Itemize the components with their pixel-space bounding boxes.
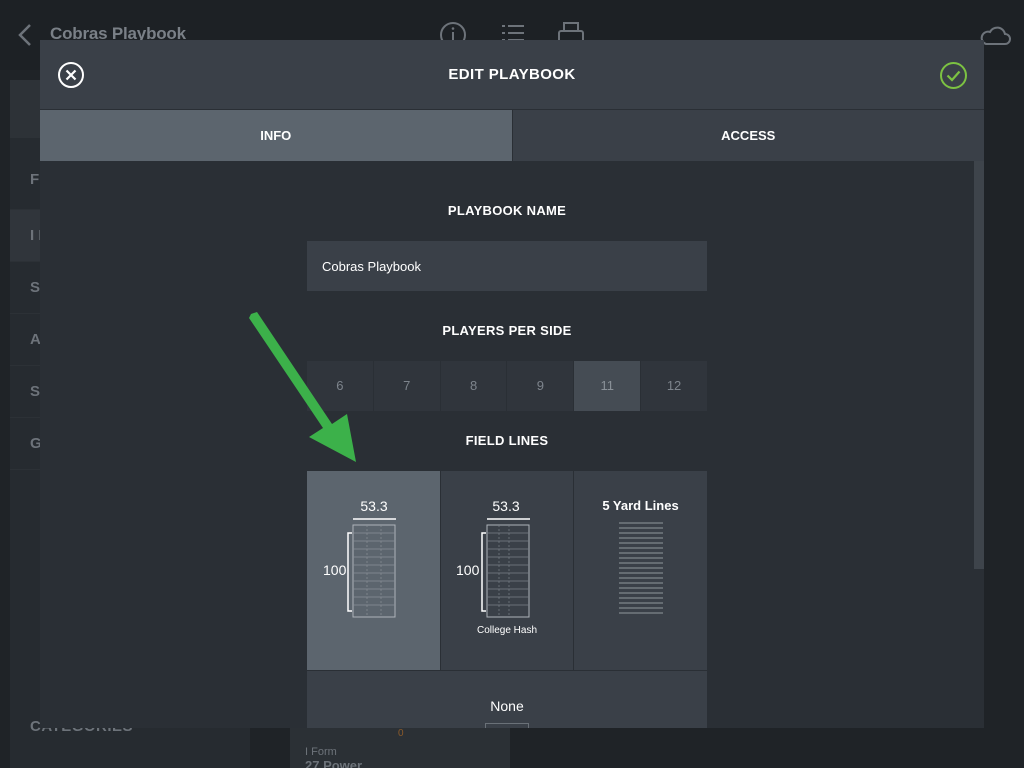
field-width-label: 53.3	[360, 498, 388, 514]
field-lines-selector: 53.3 100 53.3 100 College Hash 5 Yard Li…	[307, 471, 707, 728]
modal-content: PLAYBOOK NAME PLAYERS PER SIDE 6 7 8 9 1…	[40, 161, 984, 728]
field-option-standard[interactable]: 53.3 100	[307, 471, 440, 670]
field-width-label: 53.3	[492, 498, 520, 514]
play-card[interactable]: 0 I Form 27 Power	[290, 728, 510, 768]
back-chevron-icon[interactable]	[14, 22, 38, 48]
field-length-label: 100	[323, 562, 347, 578]
players-option-7[interactable]: 7	[372, 361, 440, 411]
modal-title: EDIT PLAYBOOK	[448, 66, 576, 83]
field-diagram-icon	[347, 518, 396, 618]
empty-field-icon	[485, 723, 529, 728]
field-lines-label: FIELD LINES	[465, 433, 549, 448]
field-length-label: 100	[456, 562, 480, 578]
field-option-college-hash[interactable]: 53.3 100 College Hash	[441, 471, 573, 670]
play-card-formation: I Form	[305, 746, 337, 758]
yard-lines-icon	[619, 522, 663, 614]
modal-header: EDIT PLAYBOOK	[40, 40, 984, 110]
close-circle-icon[interactable]	[57, 61, 85, 89]
edit-playbook-modal: EDIT PLAYBOOK INFO ACCESS PLAYBOOK NAME …	[40, 40, 984, 728]
players-per-side-selector: 6 7 8 9 11 12	[307, 361, 707, 411]
play-card-title: 27 Power	[305, 758, 363, 768]
tab-info[interactable]: INFO	[40, 110, 512, 161]
players-option-9[interactable]: 9	[506, 361, 573, 411]
players-option-6[interactable]: 6	[307, 361, 373, 411]
field-option-title: 5 Yard Lines	[602, 498, 679, 513]
players-option-8[interactable]: 8	[439, 361, 507, 411]
field-option-title: None	[490, 698, 524, 714]
check-circle-icon[interactable]	[939, 61, 968, 90]
players-per-side-label: PLAYERS PER SIDE	[442, 323, 572, 338]
modal-scrollbar-thumb[interactable]	[974, 161, 984, 569]
play-card-badge: 0	[398, 728, 404, 739]
players-option-12[interactable]: 12	[640, 361, 707, 411]
field-diagram-icon	[481, 518, 530, 618]
modal-tabs: INFO ACCESS	[40, 110, 984, 161]
field-option-5-yard-lines[interactable]: 5 Yard Lines	[574, 471, 707, 670]
playbook-name-label: PLAYBOOK NAME	[447, 203, 567, 218]
field-option-none[interactable]: None	[307, 671, 707, 728]
field-caption: College Hash	[476, 625, 538, 636]
players-option-11[interactable]: 11	[573, 361, 641, 411]
tab-access[interactable]: ACCESS	[511, 110, 984, 161]
playbook-name-input[interactable]	[307, 241, 707, 291]
